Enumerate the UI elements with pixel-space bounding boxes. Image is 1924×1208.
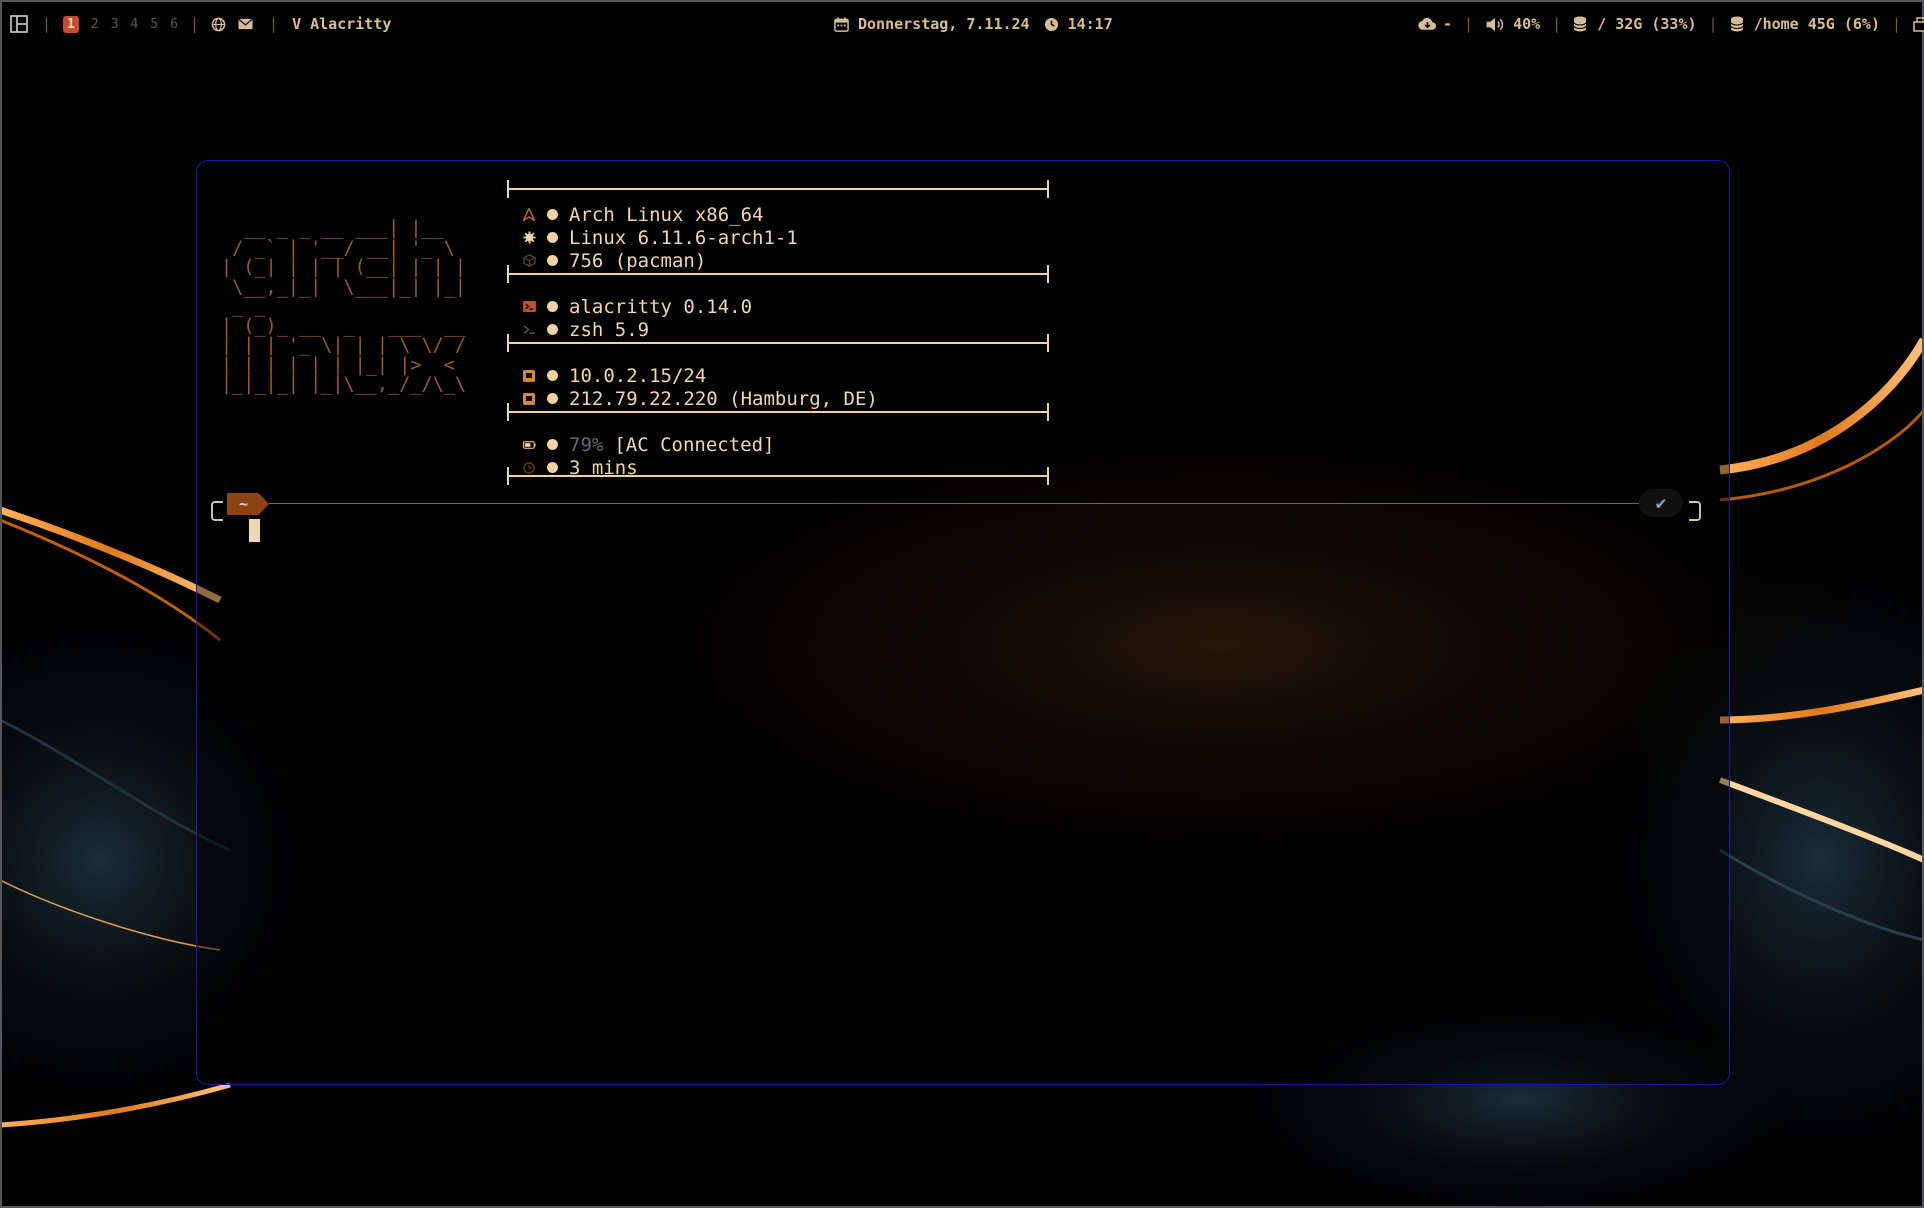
fetch-shell-row: zsh 5.9	[521, 318, 649, 341]
fetch-local-ip-row: 10.0.2.15/24	[521, 364, 706, 387]
calendar-icon	[834, 16, 849, 32]
globe-icon[interactable]	[211, 17, 226, 32]
cloud-download-icon[interactable]	[1418, 17, 1437, 31]
prompt-status-check: ✔	[1639, 489, 1683, 517]
fetch-kernel-row: Linux 6.11.6-arch1-1	[521, 226, 798, 249]
workspaces-module: | 1 2 3 4 5 6 | | V Alacritty	[10, 0, 391, 48]
fetch-public-ip: 212.79.22.220 (Hamburg, DE)	[569, 387, 878, 410]
fetch-shell: zsh 5.9	[569, 318, 650, 341]
bullet-dot	[547, 255, 558, 266]
fetch-terminal-row: alacritty 0.14.0	[521, 295, 752, 318]
box-divider	[507, 265, 1049, 283]
mail-icon[interactable]	[238, 18, 253, 30]
bullet-dot	[547, 393, 558, 404]
package-icon	[521, 253, 537, 269]
prompt-rule	[269, 503, 1639, 504]
bar-separator: |	[1464, 15, 1474, 33]
disk-home-usage: /home 45G (6%)	[1753, 15, 1880, 33]
gear-icon	[521, 230, 537, 246]
box-border-top	[507, 180, 1049, 198]
database-icon	[1730, 16, 1744, 32]
prompt-bracket-right	[1689, 501, 1701, 521]
status-modules: - | 40% | / 32G (33%) | /home 45G (6%) |…	[1418, 0, 1924, 48]
workspace-1[interactable]: 1	[63, 15, 79, 33]
workspace-4[interactable]: 4	[131, 17, 139, 32]
bar-separator: |	[42, 15, 52, 33]
bullet-dot	[547, 439, 558, 450]
workspace-3[interactable]: 3	[111, 17, 119, 32]
bullet-dot	[547, 301, 558, 312]
box-divider	[507, 334, 1049, 352]
window-layout-icon[interactable]	[10, 15, 28, 33]
active-window-title: V Alacritty	[292, 15, 392, 33]
box-divider	[507, 403, 1049, 421]
volume-icon[interactable]	[1485, 17, 1505, 32]
bullet-dot	[547, 324, 558, 335]
shell-prompt-icon	[521, 322, 537, 338]
fetch-public-ip-row: 212.79.22.220 (Hamburg, DE)	[521, 387, 878, 410]
text-cursor	[249, 519, 260, 542]
clock-icon	[521, 460, 537, 476]
fetch-terminal: alacritty 0.14.0	[569, 295, 753, 318]
battery-icon	[521, 437, 537, 453]
disk-root-usage: / 32G (33%)	[1597, 15, 1697, 33]
fetch-os-row: Arch Linux x86_64	[521, 203, 763, 226]
arch-icon	[521, 207, 537, 223]
fetch-packages-row: 756 (pacman)	[521, 249, 706, 272]
fetch-local-ip: 10.0.2.15/24	[569, 364, 707, 387]
bullet-dot	[547, 462, 558, 473]
network-icon	[521, 391, 537, 407]
fetch-os: Arch Linux x86_64	[569, 203, 764, 226]
workspace-6[interactable]: 6	[170, 17, 178, 32]
clock-icon	[1044, 17, 1059, 32]
bullet-dot	[547, 232, 558, 243]
fetch-battery-row: 79% [AC Connected]	[521, 433, 774, 456]
bar-separator: |	[1708, 15, 1718, 33]
bullet-dot	[547, 209, 558, 220]
network-icon	[521, 368, 537, 384]
battery-percent: 79%	[569, 433, 604, 456]
fetch-packages: 756 (pacman)	[569, 249, 707, 272]
top-status-bar: | 1 2 3 4 5 6 | | V Alacritty Donnerstag…	[0, 0, 1924, 48]
workspace-5[interactable]: 5	[150, 17, 158, 32]
prompt-bracket-left	[211, 501, 223, 521]
windows-overview-icon[interactable]	[1913, 16, 1924, 32]
fetch-uptime: 3 mins	[569, 456, 638, 479]
battery-status: [AC Connected]	[614, 433, 775, 456]
arch-linux-ascii-logo: __ _ _ __ ___| |__ / _` | '__/ __| '_ \ …	[221, 218, 467, 395]
terminal-icon	[521, 299, 537, 315]
fastfetch-output: Arch Linux x86_64 Linux 6.11.6-arch1-1 7…	[507, 180, 1049, 485]
prompt-directory: ~	[227, 493, 269, 515]
workspace-2[interactable]: 2	[91, 17, 99, 32]
cloud-status: -	[1443, 15, 1453, 33]
database-icon	[1573, 16, 1587, 32]
fetch-kernel: Linux 6.11.6-arch1-1	[569, 226, 798, 249]
bar-separator: |	[269, 15, 279, 33]
volume-level: 40%	[1513, 15, 1541, 33]
date-text: Donnerstag, 7.11.24	[858, 15, 1030, 33]
fetch-uptime-row: 3 mins	[521, 456, 638, 479]
clock-module[interactable]: Donnerstag, 7.11.24 14:17	[834, 0, 1113, 48]
time-text: 14:17	[1067, 15, 1113, 33]
bar-separator: |	[190, 15, 200, 33]
terminal-window[interactable]: __ _ _ __ ___| |__ / _` | '__/ __| '_ \ …	[196, 160, 1730, 1085]
bullet-dot	[547, 370, 558, 381]
bar-separator: |	[1552, 15, 1562, 33]
shell-prompt[interactable]: ~ ✔	[211, 489, 1701, 542]
bar-separator: |	[1892, 15, 1902, 33]
